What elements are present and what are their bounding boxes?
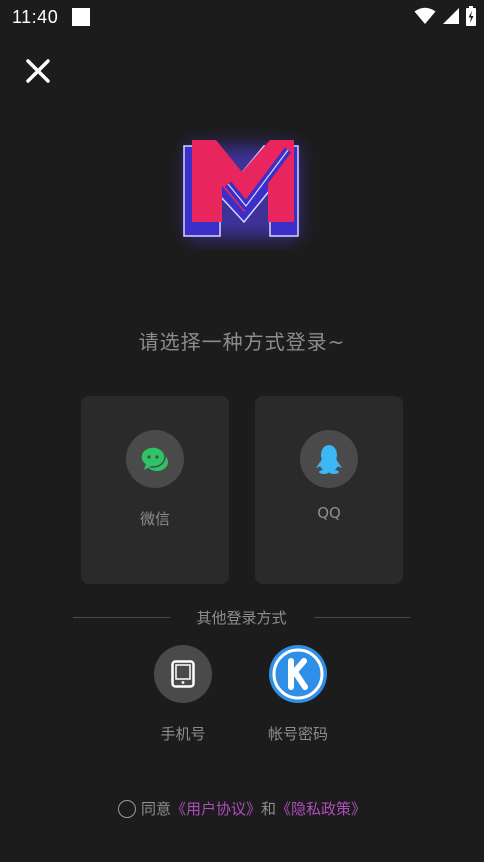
signal-icon	[443, 8, 459, 24]
wechat-icon	[140, 446, 168, 471]
login-prompt: 请选择一种方式登录~	[138, 330, 346, 354]
other-methods-title: 其他登录方式	[196, 608, 287, 627]
privacy-policy-link[interactable]: 《隐私政策》	[276, 798, 366, 819]
battery-icon	[466, 6, 476, 26]
qq-icon-circle	[300, 430, 358, 488]
app-logo	[183, 140, 299, 238]
kugou-icon-circle	[269, 645, 327, 703]
wechat-label: 微信	[139, 510, 170, 528]
close-icon[interactable]	[22, 55, 54, 87]
divider-line-right	[313, 616, 411, 618]
phone-icon-circle	[154, 645, 212, 703]
phone-icon	[171, 660, 195, 688]
status-icons	[414, 6, 476, 26]
divider-line-left	[73, 616, 170, 618]
account-login-label: 帐号密码	[267, 725, 328, 743]
phone-login-label: 手机号	[160, 725, 206, 743]
wifi-icon	[414, 7, 436, 24]
other-methods-divider: 其他登录方式	[73, 606, 411, 628]
account-login-button[interactable]: 帐号密码	[248, 645, 348, 744]
agreement-checkbox[interactable]	[117, 799, 136, 818]
wechat-login-button[interactable]: 微信	[81, 396, 229, 584]
login-screen: 11:40 请选择一种方式登录~ 微信 QQ 其他登录方式 手机号 帐号密码 同…	[0, 0, 484, 862]
wechat-icon-circle	[126, 430, 184, 488]
notification-icon	[72, 8, 91, 26]
agreement-row: 同意 《用户协议》 和 《隐私政策》	[0, 798, 484, 819]
status-time: 11:40	[12, 6, 59, 27]
agreement-and: 和	[261, 800, 277, 818]
user-agreement-link[interactable]: 《用户协议》	[171, 798, 261, 819]
phone-login-button[interactable]: 手机号	[133, 645, 233, 744]
qq-icon	[316, 445, 342, 474]
qq-login-button[interactable]: QQ	[255, 396, 403, 584]
kugou-k-icon	[272, 648, 324, 700]
agreement-prefix: 同意	[140, 800, 171, 818]
qq-label: QQ	[317, 504, 341, 522]
status-bar: 11:40	[0, 0, 484, 34]
